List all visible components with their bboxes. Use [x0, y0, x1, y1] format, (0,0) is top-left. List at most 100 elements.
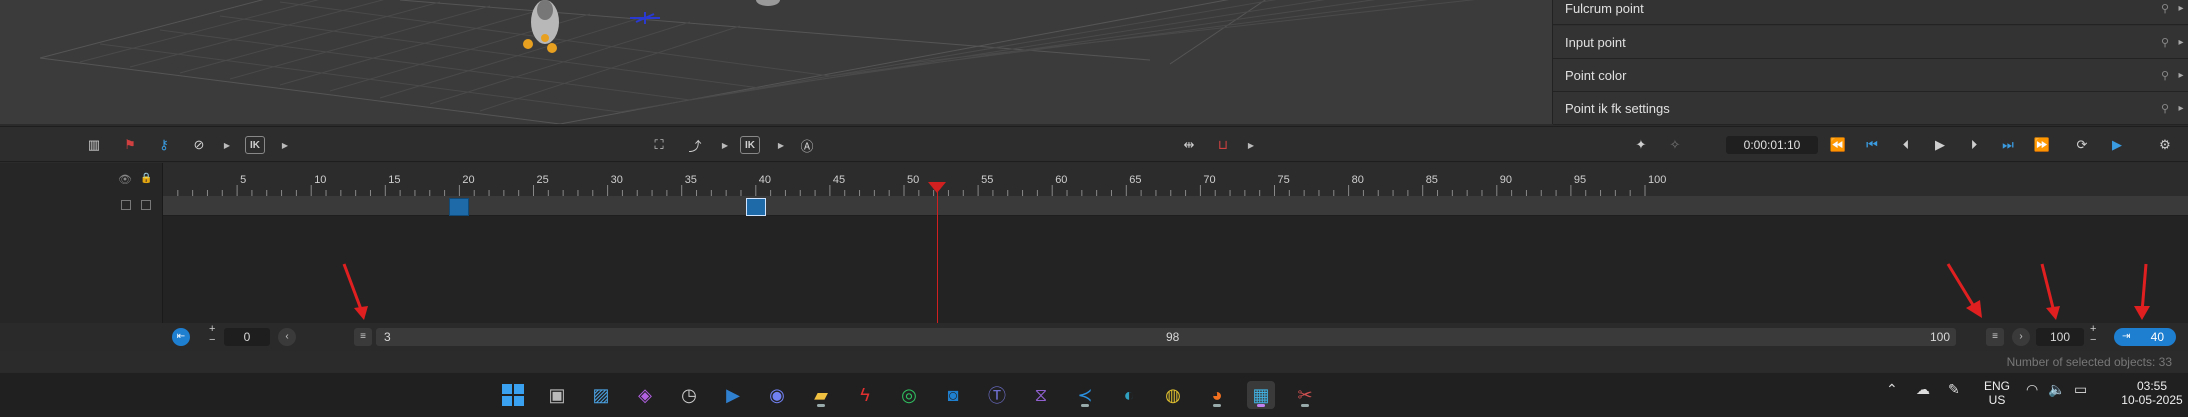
play-options-icon[interactable]: ▶	[2106, 135, 2128, 155]
vscode-icon[interactable]: ≺	[1071, 381, 1099, 409]
fast-forward-icon[interactable]: ⏩	[2032, 135, 2052, 155]
playhead-line[interactable]	[937, 189, 938, 323]
dropdown-arrow-icon[interactable]: ▶	[1246, 135, 1256, 155]
start-icon[interactable]	[499, 381, 527, 409]
expand-arrow-icon[interactable]: ▸	[2173, 3, 2188, 14]
keyframe-marker[interactable]	[745, 198, 766, 216]
prop-label: Point ik fk settings	[1565, 100, 1670, 116]
prop-row-point-ik-fk-settings[interactable]: Point ik fk settings ⚲ ▸	[1553, 92, 2188, 125]
outlook-icon[interactable]: ◙	[939, 381, 967, 409]
ruler-label: 90	[1500, 174, 1512, 186]
ruler-label: 45	[833, 174, 845, 186]
3d-viewport[interactable]	[0, 0, 1552, 124]
interpolation-icon[interactable]: ⤴	[684, 135, 706, 155]
visual-studio-icon[interactable]: ⧖	[1027, 381, 1055, 409]
last-key-icon[interactable]: ⏭	[1998, 135, 2018, 155]
onedrive-icon[interactable]: ☁	[1916, 381, 1930, 398]
key-icon[interactable]: ⚷	[154, 135, 174, 155]
volume-icon[interactable]: 🔈	[2048, 381, 2065, 398]
expand-arrow-icon[interactable]: ▸	[2173, 103, 2188, 114]
range-slider[interactable]: 3 98 100	[376, 328, 1956, 346]
next-arrow-icon[interactable]: ›	[2012, 328, 2030, 346]
clock[interactable]: 03:55 10-05-2025	[2120, 379, 2184, 407]
step-value: 3	[384, 330, 391, 344]
firefox-icon[interactable]: ◕	[1203, 381, 1231, 409]
end-stepper[interactable]: + −	[2090, 324, 2096, 346]
pin-keys-icon[interactable]: ✦	[1630, 135, 1652, 155]
go-start-button[interactable]: ⇤	[172, 328, 190, 346]
go-end-icon: ⇥	[2122, 331, 2131, 342]
clock-app-icon[interactable]: ◷	[675, 381, 703, 409]
spotify-icon[interactable]: ◎	[895, 381, 923, 409]
next-frame-icon[interactable]: ⏵	[1964, 135, 1984, 155]
unpin-keys-icon[interactable]: ✧	[1664, 135, 1686, 155]
step-curve-icon[interactable]: ⊔	[1212, 135, 1234, 155]
language-indicator[interactable]: ENG US	[1982, 379, 2012, 407]
pin-icon[interactable]: ⚲	[2157, 2, 2173, 15]
battery-icon[interactable]: ▭	[2074, 381, 2087, 398]
lock-checkbox[interactable]	[141, 200, 151, 210]
animation-app-icon[interactable]: ▦	[1247, 381, 1275, 409]
auto-ik-icon[interactable]: Ⓐ	[796, 135, 818, 155]
expand-arrow-icon[interactable]: ▸	[2173, 37, 2188, 48]
rewind-icon[interactable]: ⏪	[1828, 135, 1848, 155]
bone-icon[interactable]: ▥	[84, 135, 104, 155]
pen-icon[interactable]: ✎	[1948, 381, 1960, 398]
pin-icon[interactable]: ⚲	[2157, 36, 2173, 49]
flag-icon[interactable]: ⚑	[120, 135, 140, 155]
current-frame-field[interactable]: ⇥ 40	[2114, 328, 2176, 346]
show-hidden-icons-icon[interactable]: ⌃	[1886, 381, 1898, 398]
keyframe-marker[interactable]	[449, 198, 470, 216]
dropdown-arrow-icon[interactable]: ▶	[720, 135, 730, 155]
ik-button[interactable]: IK	[245, 136, 265, 154]
dropdown-arrow-icon[interactable]: ▶	[776, 135, 786, 155]
start-stepper[interactable]: + −	[209, 324, 215, 346]
chrome-icon[interactable]: ◍	[1159, 381, 1187, 409]
frame-select-icon[interactable]: ⛶	[648, 135, 670, 155]
snipping-tool-icon[interactable]: ✂	[1291, 381, 1319, 409]
play-icon[interactable]: ▶	[1930, 135, 1950, 155]
time-display[interactable]: 0:00:01:10	[1726, 136, 1818, 154]
settings-gear-icon[interactable]: ⚙	[2154, 135, 2176, 155]
ruler-ticks: 5 10 15 20 25 30 35 40 45 50 55 60 65 70 75 80 85 90 95 100	[177, 174, 1666, 196]
loop-icon[interactable]: ⟳	[2070, 135, 2094, 155]
prop-label: Input point	[1565, 34, 1626, 50]
range-handle-left-icon[interactable]: ≡	[354, 328, 372, 346]
task-view-icon[interactable]: ▣	[543, 381, 571, 409]
start-frame-field[interactable]: 0	[224, 328, 270, 346]
playhead-marker-icon[interactable]	[928, 182, 946, 194]
expand-arrow-icon[interactable]: ▸	[2173, 70, 2188, 81]
first-key-icon[interactable]: ⏮	[1862, 135, 1882, 155]
timeline: 👁 🔒 5 10 15 20 25 30 35 40 45 50 55 60 65 70 75 80 85 90 9…	[0, 163, 2188, 323]
ik-button-2[interactable]: IK	[740, 136, 760, 154]
ruler-label: 100	[1648, 174, 1666, 186]
prop-row-fulcrum-point[interactable]: Fulcrum point ⚲ ▸	[1553, 0, 2188, 25]
discord-icon[interactable]: ◉	[763, 381, 791, 409]
edge-icon[interactable]: ◐	[1115, 381, 1143, 409]
range-handle-right-icon[interactable]: ≡	[1986, 328, 2004, 346]
ruler-label: 95	[1574, 174, 1586, 186]
prop-row-input-point[interactable]: Input point ⚲ ▸	[1553, 26, 2188, 59]
powershell-icon[interactable]: ▶	[719, 381, 747, 409]
prop-row-point-color[interactable]: Point color ⚲ ▸	[1553, 59, 2188, 92]
dropdown-arrow-icon[interactable]: ▶	[222, 135, 232, 155]
end-frame-field[interactable]: 100	[2036, 328, 2084, 346]
copilot-icon[interactable]: ◈	[631, 381, 659, 409]
dropdown-arrow-icon[interactable]: ▶	[280, 135, 290, 155]
wifi-icon[interactable]: ◠	[2026, 381, 2038, 398]
prev-frame-icon[interactable]: ⏴	[1896, 135, 1916, 155]
disable-icon[interactable]: ⊘	[189, 135, 209, 155]
fit-range-icon[interactable]: ⇹	[1178, 135, 1200, 155]
teams-icon[interactable]: Ⓣ	[983, 381, 1011, 409]
frame-ruler[interactable]: 5 10 15 20 25 30 35 40 45 50 55 60 65 70 75 80 85 90 95 100	[163, 163, 2188, 196]
visibility-checkbox[interactable]	[121, 200, 131, 210]
pin-icon[interactable]: ⚲	[2157, 102, 2173, 115]
file-explorer-icon[interactable]: ▰	[807, 381, 835, 409]
photos-icon[interactable]: ▨	[587, 381, 615, 409]
visibility-icon[interactable]: 👁	[118, 173, 132, 186]
pin-icon[interactable]: ⚲	[2157, 69, 2173, 82]
prev-arrow-icon[interactable]: ‹	[278, 328, 296, 346]
flash-app-icon[interactable]: ϟ	[851, 381, 879, 409]
lock-icon[interactable]: 🔒	[140, 173, 152, 184]
ruler-label: 40	[759, 174, 771, 186]
